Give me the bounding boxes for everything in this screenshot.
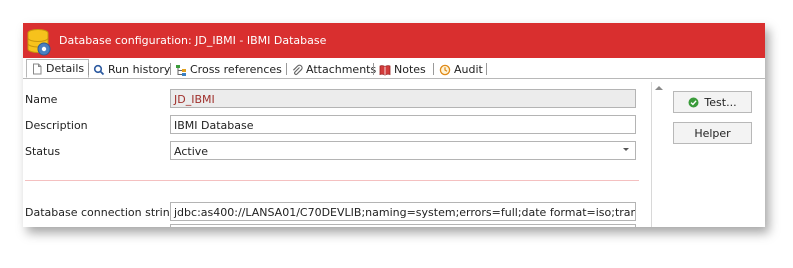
helper-button-label: Helper bbox=[694, 126, 731, 140]
tab-cross-references[interactable]: Cross references bbox=[175, 62, 282, 77]
window-title: Database configuration: JD_IBMI - IBMI D… bbox=[59, 34, 327, 47]
test-button-label: Test... bbox=[704, 95, 737, 109]
tab-label: Run history bbox=[108, 63, 171, 76]
tab-label: Notes bbox=[394, 63, 426, 76]
title-bar: Database configuration: JD_IBMI - IBMI D… bbox=[23, 23, 765, 58]
description-label: Description bbox=[25, 119, 88, 132]
description-field[interactable]: IBMI Database bbox=[170, 115, 636, 134]
tab-label: Cross references bbox=[190, 63, 282, 76]
name-label: Name bbox=[25, 93, 58, 106]
name-field[interactable]: JD_IBMI bbox=[170, 89, 636, 108]
tab-label: Attachments bbox=[306, 63, 377, 76]
tab-separator bbox=[373, 63, 374, 75]
tab-label: Audit bbox=[454, 63, 483, 76]
test-button[interactable]: Test... bbox=[673, 91, 752, 113]
tab-separator bbox=[286, 63, 287, 75]
tab-separator bbox=[88, 63, 89, 75]
tab-label: Details bbox=[46, 62, 85, 75]
database-config-window: Database configuration: JD_IBMI - IBMI D… bbox=[23, 23, 765, 227]
chevron-down-icon bbox=[623, 148, 629, 151]
tab-details[interactable]: Details bbox=[26, 59, 90, 78]
tab-notes[interactable]: Notes bbox=[379, 62, 426, 77]
tab-separator bbox=[486, 63, 487, 75]
document-icon bbox=[33, 63, 42, 74]
status-select-value: Active bbox=[174, 145, 209, 158]
connection-string-field[interactable]: jdbc:as400://LANSA01/C70DEVLIB;naming=sy… bbox=[170, 202, 636, 221]
history-icon bbox=[439, 64, 451, 75]
tab-run-history[interactable]: Run history bbox=[93, 62, 170, 77]
status-label: Status bbox=[25, 145, 61, 158]
connection-string-label: Database connection string bbox=[25, 206, 177, 219]
tab-separator bbox=[170, 63, 171, 75]
search-icon bbox=[93, 64, 105, 75]
hierarchy-icon bbox=[176, 64, 186, 76]
vertical-scrollbar[interactable] bbox=[651, 82, 666, 227]
tab-audit[interactable]: Audit bbox=[439, 62, 483, 77]
check-icon bbox=[688, 97, 699, 107]
helper-button[interactable]: Helper bbox=[673, 122, 752, 144]
book-icon bbox=[379, 64, 391, 75]
paperclip-icon bbox=[292, 64, 303, 75]
next-field-partial bbox=[170, 224, 636, 227]
tab-attachments[interactable]: Attachments bbox=[291, 62, 376, 77]
tab-bar: Details Run history Cross references Att… bbox=[23, 59, 765, 79]
scroll-up-arrow-icon[interactable] bbox=[655, 86, 663, 90]
database-gear-icon bbox=[27, 29, 51, 56]
status-select[interactable]: Active bbox=[170, 141, 636, 160]
section-divider bbox=[25, 180, 639, 181]
tab-separator bbox=[433, 63, 434, 75]
